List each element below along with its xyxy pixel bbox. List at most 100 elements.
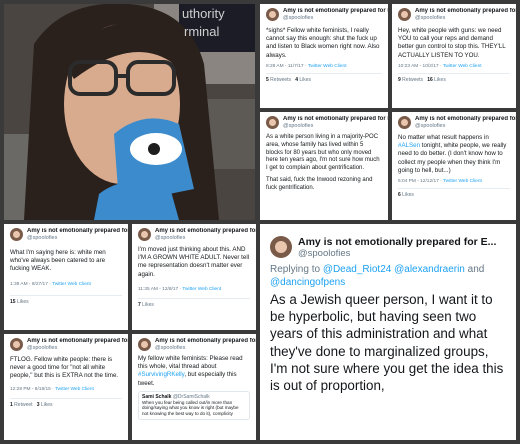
- tweet-text: Hey, white people with guns: we need YOU…: [398, 27, 506, 59]
- tweet-text: I'm moved just thinking about this. AND …: [138, 246, 250, 278]
- handle[interactable]: @spoolofies: [298, 248, 496, 259]
- replying-label: Replying to: [270, 264, 321, 275]
- client-link[interactable]: Twitter Web Client: [182, 287, 221, 292]
- replying-to: Replying to @Dead_Riot24 @alexandraerin …: [270, 263, 506, 289]
- display-name[interactable]: Amy is not emotionally prepared for E...: [155, 228, 256, 235]
- tweet-meta: 10:23 AM - 10/2/17 · Twitter Web Client: [398, 63, 482, 69]
- hashtag-link[interactable]: #ALSen: [398, 142, 420, 149]
- tweet-text-part: My fellow white feminists: Please read t…: [138, 355, 243, 371]
- stat-label[interactable]: Likes: [41, 402, 53, 408]
- tweet-stats: 5 Retweets 4 Likes: [266, 72, 382, 83]
- sign-text-1: uthority: [182, 6, 225, 21]
- handle[interactable]: @spoolofies: [27, 345, 128, 351]
- tweet-text-continued: That said, fuck the Inwood rezoning and …: [266, 176, 373, 191]
- selfie-illustration: uthority rminal: [4, 4, 255, 220]
- stat-label[interactable]: Likes: [299, 77, 311, 83]
- tweet-stats: 1 Retweet 3 Likes: [10, 397, 122, 408]
- tweet-card[interactable]: Amy is not emotionally prepared for E...…: [4, 334, 128, 440]
- avatar[interactable]: [138, 228, 151, 241]
- avatar[interactable]: [266, 116, 279, 129]
- display-name[interactable]: Amy is not emotionally prepared for E...: [298, 236, 496, 248]
- tweet-text: No matter what result happens in #ALSen …: [398, 134, 510, 175]
- timestamp[interactable]: 8:28 AM - 11/7/17: [266, 64, 304, 69]
- display-name[interactable]: Amy is not emotionally prepared for E...: [283, 116, 388, 123]
- avatar[interactable]: [138, 338, 151, 351]
- quoted-tweet[interactable]: Sami Schalk @DrSamiSchalk When you fear …: [138, 390, 250, 420]
- handle[interactable]: @spoolofies: [27, 235, 128, 241]
- tweet-meta: 11:35 AM - 12/8/17 · Twitter Web Client: [138, 286, 222, 292]
- tweet-text: As a Jewish queer person, I want it to b…: [270, 292, 504, 394]
- tweet-stats: 9 Retweets 16 Likes: [398, 72, 510, 83]
- handle[interactable]: @spoolofies: [415, 15, 516, 21]
- timestamp[interactable]: 6:04 PM - 12/12/17: [398, 179, 439, 184]
- handle[interactable]: @spoolofies: [155, 235, 256, 241]
- avatar[interactable]: [398, 8, 411, 21]
- timestamp[interactable]: 10:23 AM - 10/2/17: [398, 64, 439, 69]
- stat-label[interactable]: Likes: [17, 299, 29, 305]
- quoted-text: When you fear being called out/in more t…: [142, 399, 239, 416]
- stat-label[interactable]: Retweet: [14, 402, 32, 408]
- client-link[interactable]: Twitter Web Client: [443, 179, 482, 184]
- mention-link[interactable]: @alexandraerin: [394, 264, 465, 275]
- tweet-text: As a white person living in a majority-P…: [266, 134, 380, 172]
- tweet-stats: 7 Likes: [138, 297, 250, 308]
- tweet-card[interactable]: Amy is not emotionally prepared for E...…: [4, 224, 128, 330]
- stat-label[interactable]: Likes: [434, 77, 446, 83]
- stat-label[interactable]: Likes: [402, 192, 414, 198]
- client-link[interactable]: Twitter Web Client: [52, 282, 91, 287]
- tweet-text: FTLOG. Fellow white people: there is nev…: [10, 356, 119, 380]
- stat-count: 4: [295, 76, 298, 83]
- tweet-text: My fellow white feminists: Please read t…: [138, 355, 250, 388]
- stat-count: 3: [36, 401, 40, 408]
- timestamp[interactable]: 11:35 AM - 12/8/17: [138, 287, 178, 292]
- quoted-handle[interactable]: @DrSamiSchalk: [173, 394, 210, 400]
- tweet-meta: 1:39 AM - 8/27/17 · Twitter Web Client: [10, 281, 91, 287]
- stat-count: 6: [398, 192, 401, 199]
- tweet-card[interactable]: Amy is not emotionally prepared for E...…: [132, 334, 256, 440]
- tweet-card[interactable]: Amy is not emotionally prepared for E...…: [132, 224, 256, 330]
- mention-link[interactable]: @dancingofpens: [270, 277, 345, 288]
- display-name[interactable]: Amy is not emotionally prepared for E...: [27, 338, 128, 345]
- avatar[interactable]: [10, 338, 23, 351]
- tweet-card[interactable]: Amy is not emotionally prepared for E...…: [392, 112, 516, 220]
- stat-label[interactable]: Likes: [142, 302, 154, 308]
- mention-link[interactable]: @Dead_Riot24: [323, 264, 392, 275]
- tweet-card[interactable]: Amy is not emotionally prepared for E...…: [260, 112, 388, 220]
- tweet-card[interactable]: Amy is not emotionally prepared for E...…: [392, 4, 516, 108]
- tweet-meta: 12:28 PM - 8/18/15 · Twitter Web Client: [10, 386, 94, 392]
- display-name[interactable]: Amy is not emotionally prepared for E...: [415, 116, 516, 123]
- tweet-stats: 15 Likes: [10, 294, 122, 305]
- tweet-meta: 8:28 AM - 11/7/17 · Twitter Web Client: [266, 63, 347, 69]
- quoted-name[interactable]: Sami Schalk: [142, 394, 171, 400]
- client-link[interactable]: Twitter Web Client: [55, 387, 94, 392]
- tweet-text: What I'm saying here is: white men who'v…: [10, 249, 106, 273]
- tweet-text: *sighs* Fellow white feminists, I really…: [266, 27, 380, 59]
- hashtag-link[interactable]: #SurvivingRKelly: [138, 371, 184, 378]
- timestamp[interactable]: 12:28 PM - 8/18/15: [10, 387, 51, 392]
- display-name[interactable]: Amy is not emotionally prepared for E...: [415, 8, 516, 15]
- client-link[interactable]: Twitter Web Client: [308, 64, 347, 69]
- timestamp[interactable]: 1:39 AM - 8/27/17: [10, 282, 48, 287]
- tweet-text-part: No matter what result happens in: [398, 134, 489, 141]
- tweet-card[interactable]: Amy is not emotionally prepared for E...…: [260, 4, 388, 108]
- avatar[interactable]: [266, 8, 279, 21]
- display-name[interactable]: Amy is not emotionally prepared for E...: [155, 338, 256, 345]
- handle[interactable]: @spoolofies: [283, 15, 388, 21]
- client-link[interactable]: Twitter Web Client: [443, 64, 482, 69]
- tweet-stats: 6 Likes: [398, 188, 510, 198]
- selfie-photo: uthority rminal: [4, 4, 255, 220]
- avatar[interactable]: [398, 116, 411, 129]
- stat-label[interactable]: Retweets: [402, 77, 423, 83]
- display-name[interactable]: Amy is not emotionally prepared for E...: [27, 228, 128, 235]
- sign-text-2: rminal: [184, 24, 220, 39]
- avatar[interactable]: [270, 236, 292, 258]
- tweet-card-large[interactable]: Amy is not emotionally prepared for E...…: [260, 224, 516, 440]
- stat-count: 5: [266, 76, 269, 83]
- display-name[interactable]: Amy is not emotionally prepared for E...: [283, 8, 388, 15]
- handle[interactable]: @spoolofies: [155, 345, 256, 351]
- handle[interactable]: @spoolofies: [415, 123, 516, 129]
- handle[interactable]: @spoolofies: [283, 123, 388, 129]
- tweet-meta: 6:04 PM - 12/12/17 · Twitter Web Client: [398, 179, 482, 185]
- avatar[interactable]: [10, 228, 23, 241]
- stat-label[interactable]: Retweets: [270, 77, 291, 83]
